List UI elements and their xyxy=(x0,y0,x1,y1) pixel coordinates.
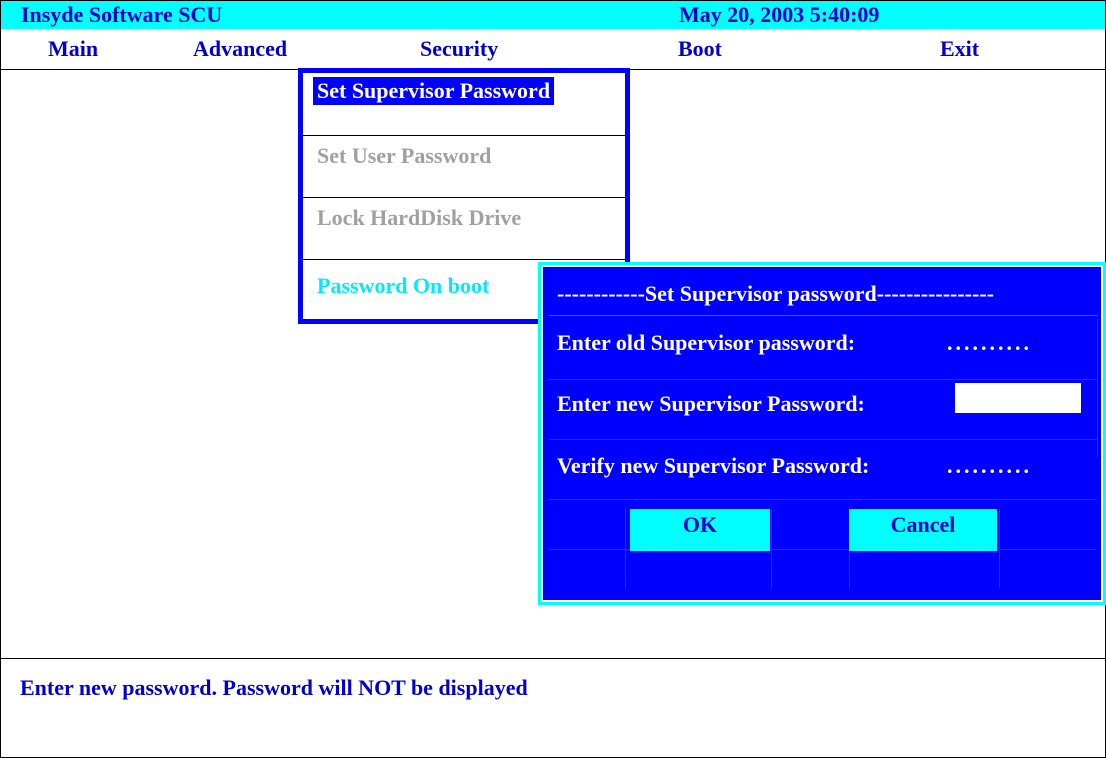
menu-item-password-on-boot[interactable]: Password On boot xyxy=(313,273,489,299)
grid-line xyxy=(549,499,1097,500)
cancel-button[interactable]: Cancel xyxy=(849,509,997,551)
menu-item-set-user-password[interactable]: Set User Password xyxy=(313,143,491,169)
menu-exit[interactable]: Exit xyxy=(940,36,979,62)
new-password-label: Enter new Supervisor Password: xyxy=(557,391,865,416)
submenu-divider xyxy=(303,197,625,198)
password-dialog: ------------Set Supervisor password-----… xyxy=(538,262,1106,605)
new-password-input[interactable] xyxy=(955,383,1081,413)
menu-security[interactable]: Security xyxy=(420,36,498,62)
menu-item-set-supervisor-password[interactable]: Set Supervisor Password xyxy=(313,77,555,105)
verify-password-label: Verify new Supervisor Password: xyxy=(557,453,870,478)
old-password-field[interactable]: .......... xyxy=(947,330,1032,356)
date-time: May 20, 2003 5:40:09 xyxy=(679,2,880,27)
grid-line xyxy=(625,509,626,589)
menu-boot[interactable]: Boot xyxy=(678,36,722,62)
ok-button[interactable]: OK xyxy=(630,509,770,551)
verify-password-field[interactable]: .......... xyxy=(947,453,1032,479)
submenu-divider xyxy=(303,135,625,136)
menu-advanced[interactable]: Advanced xyxy=(193,36,287,62)
grid-line xyxy=(999,509,1000,589)
dialog-title: ------------Set Supervisor password-----… xyxy=(557,281,994,306)
title-bar: Insyde Software SCU May 20, 2003 5:40:09 xyxy=(1,1,1105,29)
dialog-title-divider xyxy=(549,315,1097,316)
grid-line xyxy=(549,379,1097,380)
status-help-text: Enter new password. Password will NOT be… xyxy=(20,675,528,700)
dialog-body: ------------Set Supervisor password-----… xyxy=(543,267,1101,600)
menu-item-lock-harddisk-drive[interactable]: Lock HardDisk Drive xyxy=(313,205,521,231)
grid-line xyxy=(1097,319,1098,457)
grid-line xyxy=(849,551,850,589)
grid-line xyxy=(771,509,772,589)
old-password-label: Enter old Supervisor password: xyxy=(557,330,856,355)
app-title: Insyde Software SCU xyxy=(21,2,223,27)
status-divider xyxy=(1,658,1105,659)
submenu-divider xyxy=(303,259,625,260)
menu-main[interactable]: Main xyxy=(48,36,98,62)
grid-line xyxy=(549,439,1097,440)
